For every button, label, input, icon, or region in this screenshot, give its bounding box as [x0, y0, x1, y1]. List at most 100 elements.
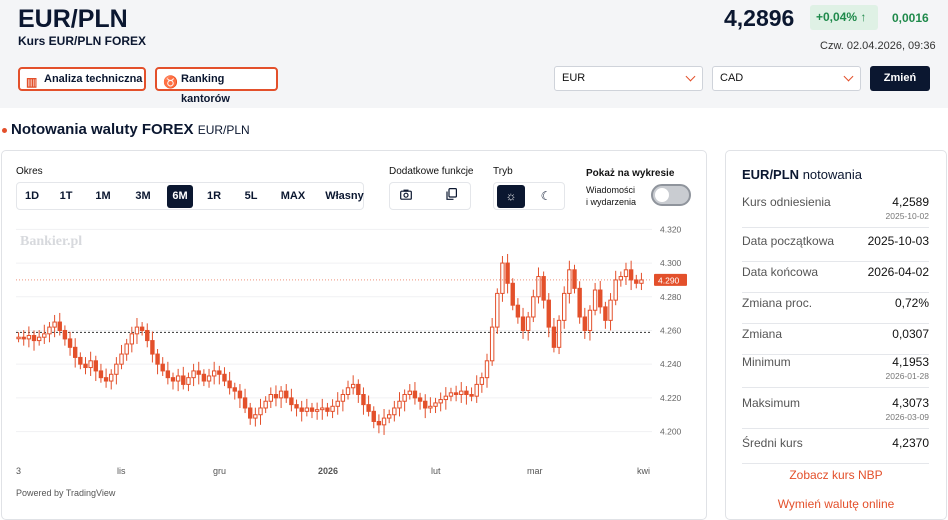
x-tick-label: 3 — [16, 466, 21, 476]
candle — [572, 269, 577, 289]
stats-date: 2026-03-09 — [885, 412, 929, 422]
last-price-label: 4.290 — [658, 275, 680, 285]
stats-row: Maksimum 4,3073 2026-03-09 — [742, 396, 929, 429]
candle — [613, 279, 618, 301]
candle — [98, 370, 104, 379]
candle — [134, 326, 140, 335]
y-tick-label: 4.220 — [660, 393, 682, 403]
candle — [423, 400, 428, 409]
candle — [546, 299, 551, 328]
exchange-online-link[interactable]: Wymień walutę online — [725, 497, 947, 511]
stats-value: 2025-10-03 — [867, 234, 929, 248]
candle — [150, 340, 155, 355]
candle — [582, 316, 588, 331]
candle — [536, 276, 541, 298]
candle — [428, 405, 433, 409]
candle — [16, 336, 21, 340]
candle — [170, 377, 176, 382]
x-tick-label: 2026 — [318, 466, 338, 476]
candle — [165, 370, 171, 379]
candle — [505, 262, 510, 284]
candle — [201, 373, 207, 382]
stats-label: Data początkowa — [742, 234, 835, 248]
candle — [515, 304, 521, 318]
candle — [299, 407, 304, 412]
candle — [345, 387, 351, 396]
candle — [335, 400, 340, 407]
stats-row: Minimum 4,1953 2026-01-28 — [742, 355, 929, 388]
candle — [608, 299, 613, 321]
candle — [47, 326, 52, 335]
candle — [294, 404, 299, 409]
candle — [330, 405, 335, 412]
candle — [325, 407, 330, 412]
stats-date: 2025-10-02 — [885, 211, 929, 221]
candle — [495, 292, 500, 328]
candle — [412, 390, 418, 399]
stats-value: 4,3073 — [892, 396, 929, 410]
candle — [489, 326, 495, 362]
candle — [145, 329, 150, 342]
candle — [21, 336, 26, 340]
stats-row: Data początkowa 2025-10-03 — [742, 234, 929, 262]
stats-label: Średni kurs — [742, 436, 803, 450]
stats-label: Kurs odniesienia — [742, 195, 831, 209]
candle — [510, 282, 515, 306]
candle — [484, 360, 490, 379]
candle — [598, 289, 603, 308]
candle — [407, 390, 412, 396]
candle — [62, 329, 68, 340]
candle — [464, 390, 469, 396]
candle — [78, 356, 83, 365]
y-tick-label: 4.200 — [660, 427, 682, 437]
candle — [26, 335, 32, 340]
candle — [36, 336, 42, 342]
candle — [309, 407, 315, 412]
candle — [109, 373, 114, 382]
candle — [67, 338, 73, 348]
candle — [469, 394, 474, 397]
stats-label: Zmiana — [742, 327, 783, 341]
candle — [103, 377, 109, 382]
candle — [314, 409, 320, 412]
candle — [196, 370, 201, 375]
stats-title: EUR/PLN notowania — [742, 167, 862, 182]
candle — [448, 392, 454, 397]
candle — [191, 370, 196, 379]
candle — [248, 407, 253, 419]
candle — [114, 363, 119, 375]
x-tick-label: lut — [431, 466, 441, 476]
candle — [206, 375, 212, 382]
candle — [381, 417, 387, 426]
candle — [366, 404, 371, 412]
candle — [57, 321, 62, 331]
y-tick-label: 4.240 — [660, 359, 682, 369]
candle — [376, 420, 382, 426]
nbp-rate-link[interactable]: Zobacz kurs NBP — [725, 468, 947, 482]
stats-value: 2026-04-02 — [867, 265, 929, 279]
candle — [443, 395, 449, 401]
chart-watermark: Bankier.pl — [20, 234, 82, 249]
x-tick-label: kwi — [637, 466, 650, 476]
candle — [263, 400, 268, 409]
candle — [181, 375, 186, 385]
candle — [520, 316, 526, 331]
candle — [392, 407, 397, 416]
candle — [623, 269, 629, 278]
candle — [278, 390, 284, 399]
candle — [592, 289, 598, 311]
candle — [273, 394, 279, 399]
candle — [242, 397, 248, 409]
stats-value: 4,1953 — [892, 355, 929, 369]
candle — [211, 370, 217, 377]
candle — [237, 390, 243, 399]
stats-date: 2026-01-28 — [885, 371, 929, 381]
candle — [402, 394, 407, 402]
candle — [479, 377, 485, 385]
candle — [417, 397, 423, 402]
x-tick-label: gru — [213, 466, 226, 476]
powered-by[interactable]: Powered by TradingView — [16, 488, 115, 498]
stats-row: Data końcowa 2026-04-02 — [742, 265, 929, 293]
candle — [31, 335, 37, 342]
candle — [603, 306, 608, 321]
